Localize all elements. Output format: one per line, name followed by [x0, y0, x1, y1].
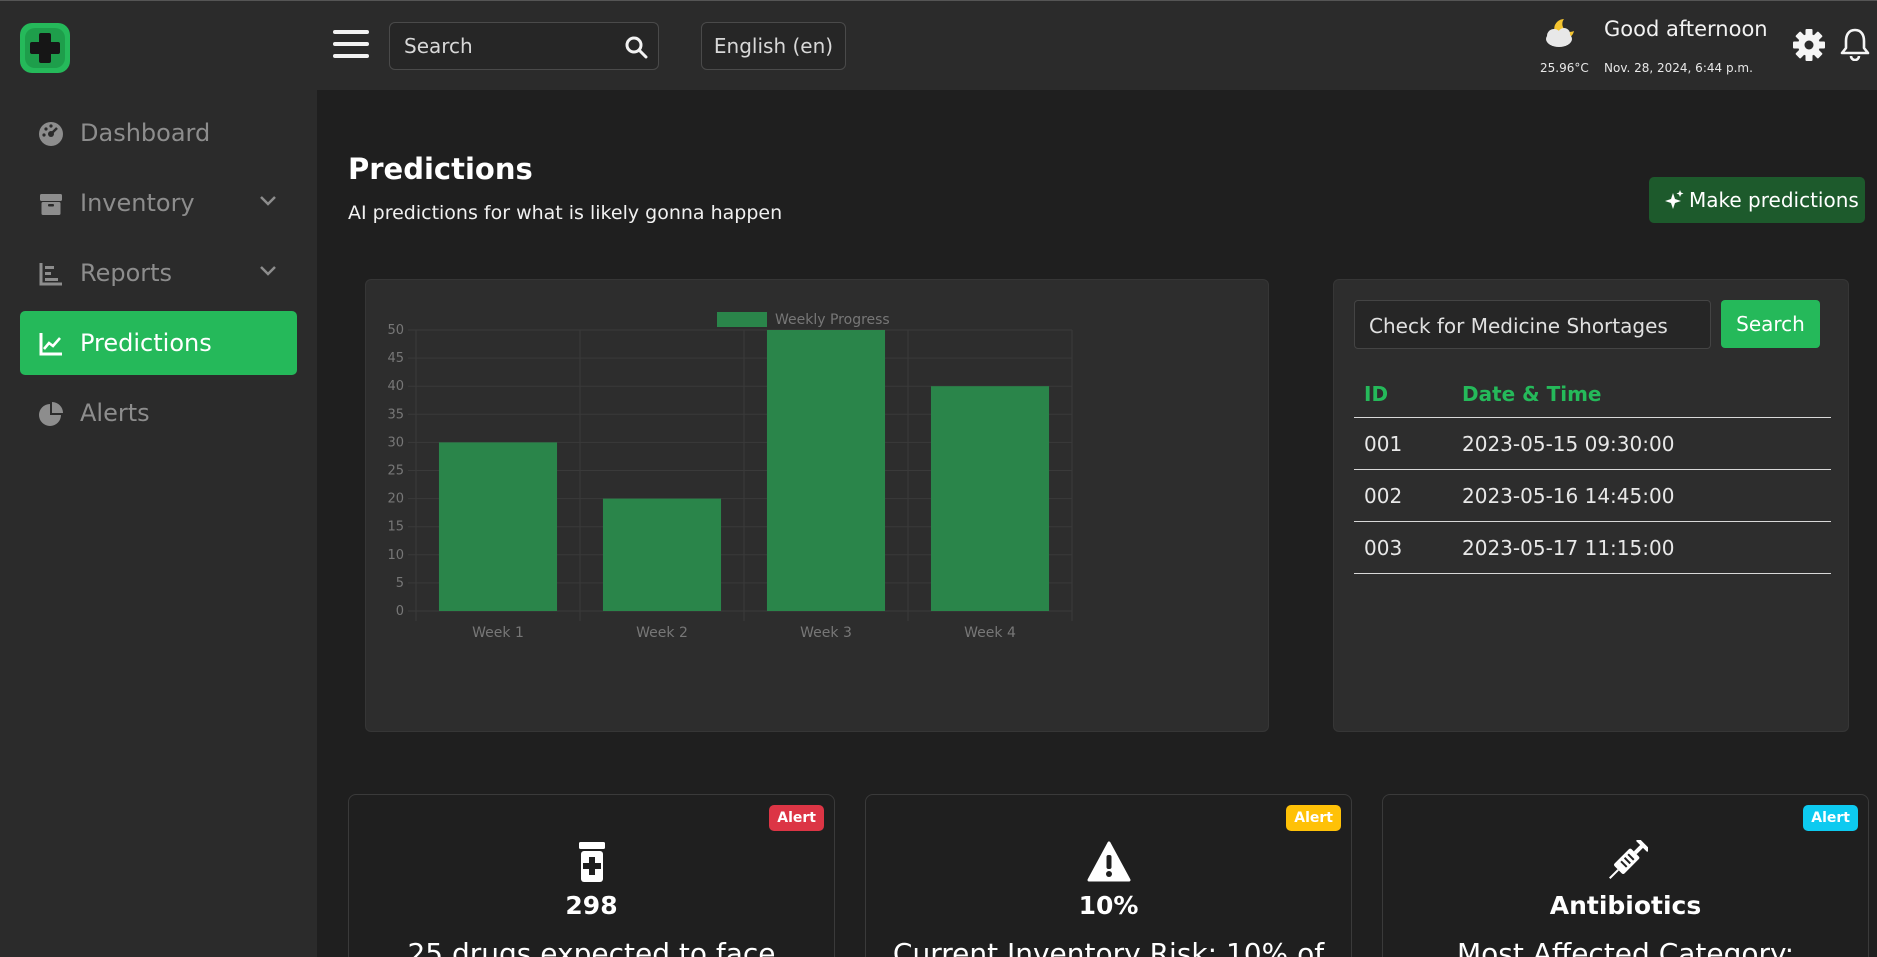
weekly-progress-chart: 0 5 10 15 20 25 30 35 40 45 50 Week 1 Week 2 Week 3 We… [387, 312, 1073, 641]
sidebar-item-label: Predictions [80, 329, 212, 357]
y-tick-label: 10 [387, 548, 404, 563]
search-input[interactable] [404, 33, 614, 59]
alert-badge: Alert [1286, 805, 1341, 831]
make-predictions-button[interactable]: Make predictions [1649, 177, 1865, 223]
language-selector[interactable]: English (en) [701, 22, 846, 70]
table-row[interactable]: 003 2023-05-17 11:15:00 [1354, 522, 1831, 574]
sidebar: Dashboard Inventory Reports Predictions [0, 90, 317, 957]
bar-week-1 [438, 442, 558, 611]
sidebar-item-label: Reports [80, 259, 173, 287]
weekly-progress-chart-card: 0 5 10 15 20 25 30 35 40 45 50 Week 1 Week 2 Week 3 We… [365, 279, 1269, 732]
page-subtitle: AI predictions for what is likely gonna … [348, 202, 783, 224]
y-tick-label: 0 [396, 604, 404, 619]
current-datetime: Nov. 28, 2024, 6:44 p.m. [1604, 61, 1753, 75]
y-tick-label: 35 [387, 407, 404, 422]
shortages-table: ID Date & Time 001 2023-05-15 09:30:00 0… [1354, 370, 1831, 574]
line-chart-icon [39, 333, 62, 356]
stat-description: Current Inventory Risk: 10% of [892, 937, 1325, 957]
search-icon[interactable] [624, 35, 648, 59]
sidebar-item-dashboard[interactable]: Dashboard [20, 101, 297, 165]
medicine-shortages-card: Search ID Date & Time 001 2023-05-15 09:… [1333, 279, 1849, 732]
stat-value: 298 [565, 891, 618, 920]
make-predictions-label: Make predictions [1689, 188, 1859, 212]
shortage-search-input[interactable] [1369, 313, 1699, 339]
temperature-readout: 25.96°C [1540, 61, 1589, 75]
sidebar-item-label: Dashboard [80, 119, 211, 147]
sidebar-item-reports[interactable]: Reports [20, 241, 297, 305]
sidebar-item-predictions[interactable]: Predictions [20, 311, 297, 375]
bar-week-2 [602, 498, 722, 611]
shortage-search-box [1354, 300, 1711, 349]
sidebar-item-label: Alerts [80, 399, 150, 427]
bell-icon[interactable] [1840, 27, 1870, 61]
stat-description: Most Affected Category: [1457, 937, 1794, 957]
stat-card-drugs[interactable]: Alert 298 25 drugs expected to face [348, 794, 835, 957]
moon-cloud-icon [1546, 19, 1574, 47]
y-tick-label: 45 [387, 351, 404, 366]
row-datetime: 2023-05-15 09:30:00 [1462, 432, 1675, 456]
row-datetime: 2023-05-16 14:45:00 [1462, 484, 1675, 508]
chevron-down-icon[interactable] [259, 195, 277, 207]
gauge-icon [39, 122, 63, 146]
box-icon [40, 194, 62, 215]
warning-icon [1087, 841, 1130, 882]
y-tick-label: 5 [396, 576, 404, 591]
pie-chart-icon [39, 402, 63, 426]
bar-chart-icon [39, 263, 62, 286]
y-tick-label: 30 [387, 435, 404, 450]
sidebar-item-inventory[interactable]: Inventory [20, 171, 297, 235]
bar-week-3 [766, 330, 886, 611]
app-logo[interactable] [20, 23, 70, 73]
search-box [389, 22, 659, 70]
y-tick-label: 15 [387, 520, 404, 535]
x-tick-label: Week 2 [636, 625, 688, 641]
bar-week-4 [930, 386, 1050, 611]
row-id: 003 [1364, 536, 1403, 560]
stat-card-affected-category[interactable]: Alert Antibiotics Most Affected Category… [1382, 794, 1869, 957]
x-tick-label: Week 3 [800, 625, 852, 641]
sparkles-icon [1665, 190, 1684, 209]
stat-description: 25 drugs expected to face [407, 937, 776, 957]
row-id: 002 [1364, 484, 1403, 508]
legend-label: Weekly Progress [775, 312, 890, 328]
row-id: 001 [1364, 432, 1403, 456]
alert-badge: Alert [769, 805, 824, 831]
y-tick-label: 40 [387, 379, 404, 394]
legend-swatch [717, 312, 767, 327]
alert-badge: Alert [1803, 805, 1858, 831]
y-tick-label: 50 [387, 323, 404, 338]
table-header: ID Date & Time [1354, 370, 1831, 418]
shortage-search-button[interactable]: Search [1721, 300, 1820, 348]
page-title: Predictions [348, 152, 533, 186]
sidebar-item-alerts[interactable]: Alerts [20, 381, 297, 445]
table-row[interactable]: 001 2023-05-15 09:30:00 [1354, 418, 1831, 470]
syringe-icon [1608, 840, 1648, 879]
row-datetime: 2023-05-17 11:15:00 [1462, 536, 1675, 560]
menu-toggle-button[interactable] [333, 30, 369, 58]
column-header-id: ID [1364, 382, 1389, 406]
top-bar: English (en) 25.96°C Good afternoon Nov.… [0, 0, 1877, 90]
stat-value: Antibiotics [1549, 891, 1702, 920]
x-tick-label: Week 4 [964, 625, 1016, 641]
x-tick-label: Week 1 [472, 625, 524, 641]
sidebar-item-label: Inventory [80, 189, 195, 217]
greeting-text: Good afternoon [1604, 17, 1768, 41]
stat-value: 10% [1078, 891, 1139, 920]
medicine-bottle-icon [578, 842, 605, 882]
y-tick-label: 25 [387, 464, 404, 479]
column-header-datetime: Date & Time [1462, 382, 1602, 406]
chevron-down-icon[interactable] [259, 265, 277, 277]
stat-card-inventory-risk[interactable]: Alert 10% Current Inventory Risk: 10% of [865, 794, 1352, 957]
gear-icon[interactable] [1792, 28, 1826, 62]
y-tick-label: 20 [387, 492, 404, 507]
table-row[interactable]: 002 2023-05-16 14:45:00 [1354, 470, 1831, 522]
